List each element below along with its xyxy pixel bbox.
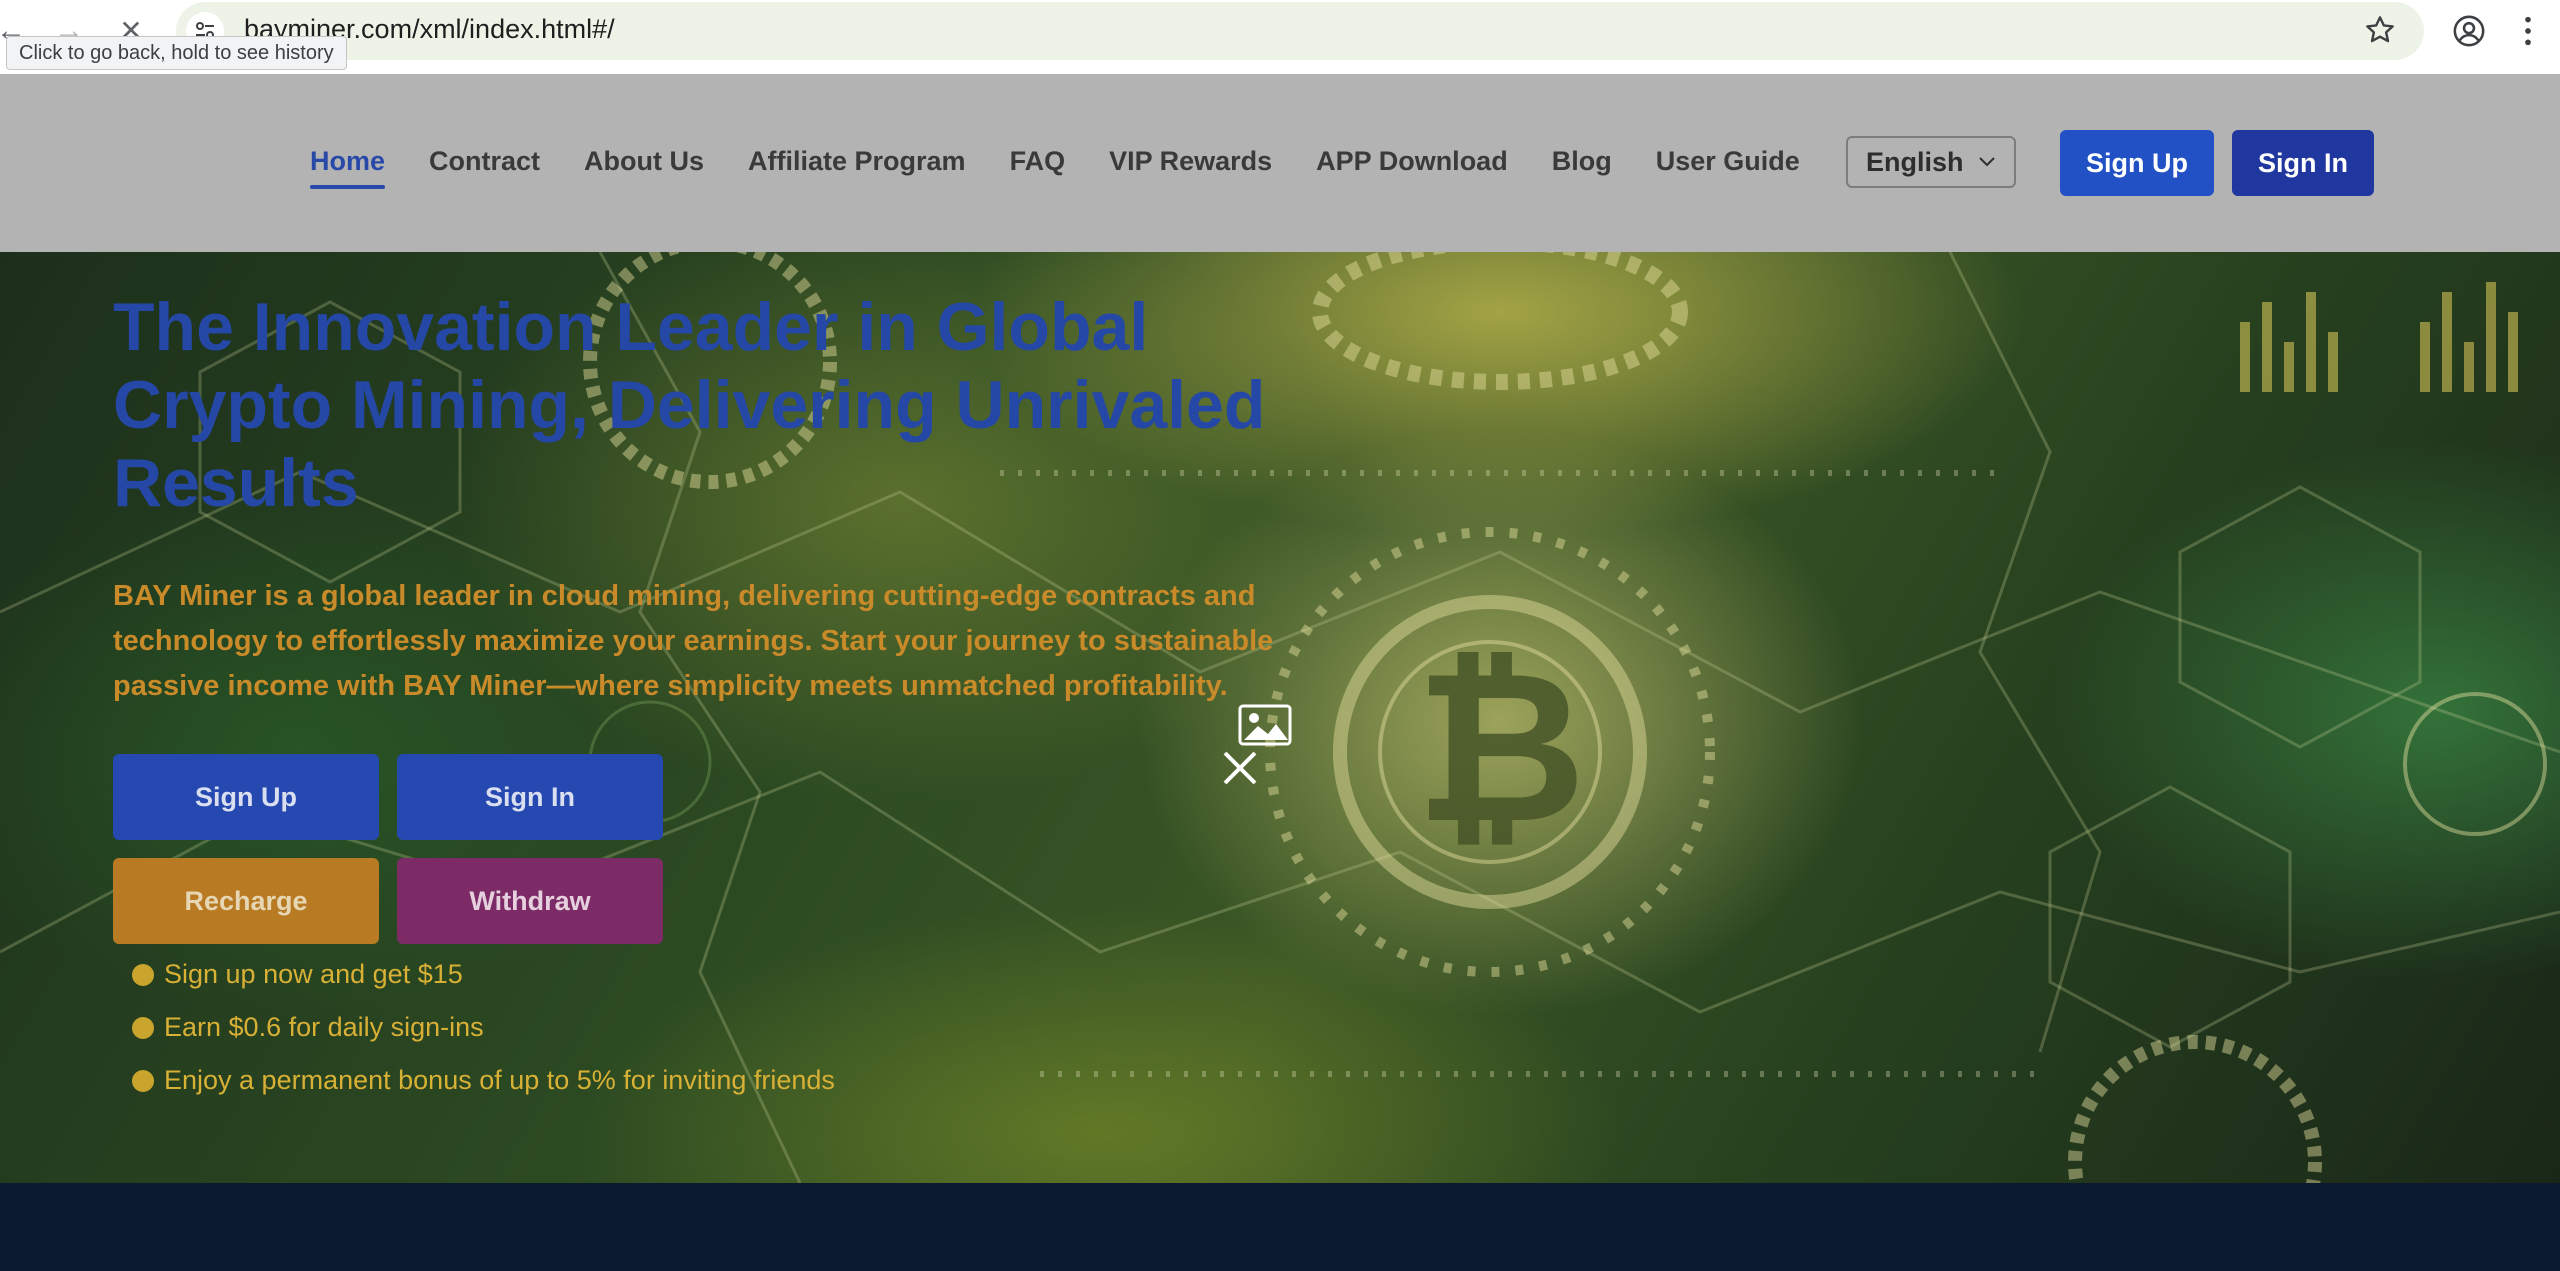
bullet-dot-icon (132, 963, 154, 986)
withdraw-button[interactable]: Withdraw (397, 858, 663, 944)
perk-text: Earn $0.6 for daily sign-ins (164, 1012, 484, 1042)
chevron-down-icon (1979, 157, 1995, 167)
hero-description: BAY Miner is a global leader in cloud mi… (113, 580, 1274, 702)
bullet-dot-icon (132, 1016, 154, 1039)
language-select[interactable]: English (1846, 136, 2016, 188)
bullet-dot-icon (132, 1069, 154, 1092)
perks-list: Sign up now and get $15 Earn $0.6 for da… (132, 948, 835, 1107)
browser-menu-icon[interactable] (2522, 14, 2534, 48)
site-header: Home Contract About Us Affiliate Program… (0, 74, 2560, 252)
nav-faq[interactable]: FAQ (1010, 146, 1066, 177)
hero-sign-in-button[interactable]: Sign In (397, 754, 663, 840)
back-button-tooltip: Click to go back, hold to see history (6, 36, 347, 70)
recharge-button[interactable]: Recharge (113, 858, 379, 944)
list-item: Sign up now and get $15 (132, 948, 835, 1001)
list-item: Enjoy a permanent bonus of up to 5% for … (132, 1054, 835, 1107)
perk-text: Sign up now and get $15 (164, 959, 463, 989)
list-item: Earn $0.6 for daily sign-ins (132, 1001, 835, 1054)
hero-title: The Innovation Leader in Global Crypto M… (113, 289, 1266, 521)
footer-band (0, 1183, 2560, 1271)
nav-blog[interactable]: Blog (1552, 146, 1612, 177)
nav-app-download[interactable]: APP Download (1316, 146, 1508, 177)
hero-sign-up-button[interactable]: Sign Up (113, 754, 379, 840)
language-value: English (1866, 147, 1964, 177)
nav-vip-rewards[interactable]: VIP Rewards (1109, 146, 1272, 177)
header-sign-in-button[interactable]: Sign In (2232, 130, 2374, 196)
close-icon[interactable] (1222, 750, 1258, 786)
nav-affiliate-program[interactable]: Affiliate Program (748, 146, 966, 177)
nav-user-guide[interactable]: User Guide (1656, 146, 1800, 177)
perk-text: Enjoy a permanent bonus of up to 5% for … (164, 1065, 835, 1095)
nav-about-us[interactable]: About Us (584, 146, 704, 177)
nav-contract[interactable]: Contract (429, 146, 540, 177)
main-nav: Home Contract About Us Affiliate Program… (310, 146, 1844, 189)
svg-text:₿: ₿ (1415, 625, 1586, 870)
hero-section: ₿ The Innovation Leader in Global Crypto… (0, 252, 2560, 1183)
browser-toolbar: ← → ✕ bayminer.com/xml/index.html#/ Clic… (0, 0, 2560, 74)
profile-icon[interactable] (2452, 14, 2486, 48)
bookmark-star-icon[interactable] (2364, 14, 2396, 46)
header-sign-up-button[interactable]: Sign Up (2060, 130, 2214, 196)
nav-home[interactable]: Home (310, 146, 386, 189)
broken-image-icon (1238, 704, 1292, 746)
